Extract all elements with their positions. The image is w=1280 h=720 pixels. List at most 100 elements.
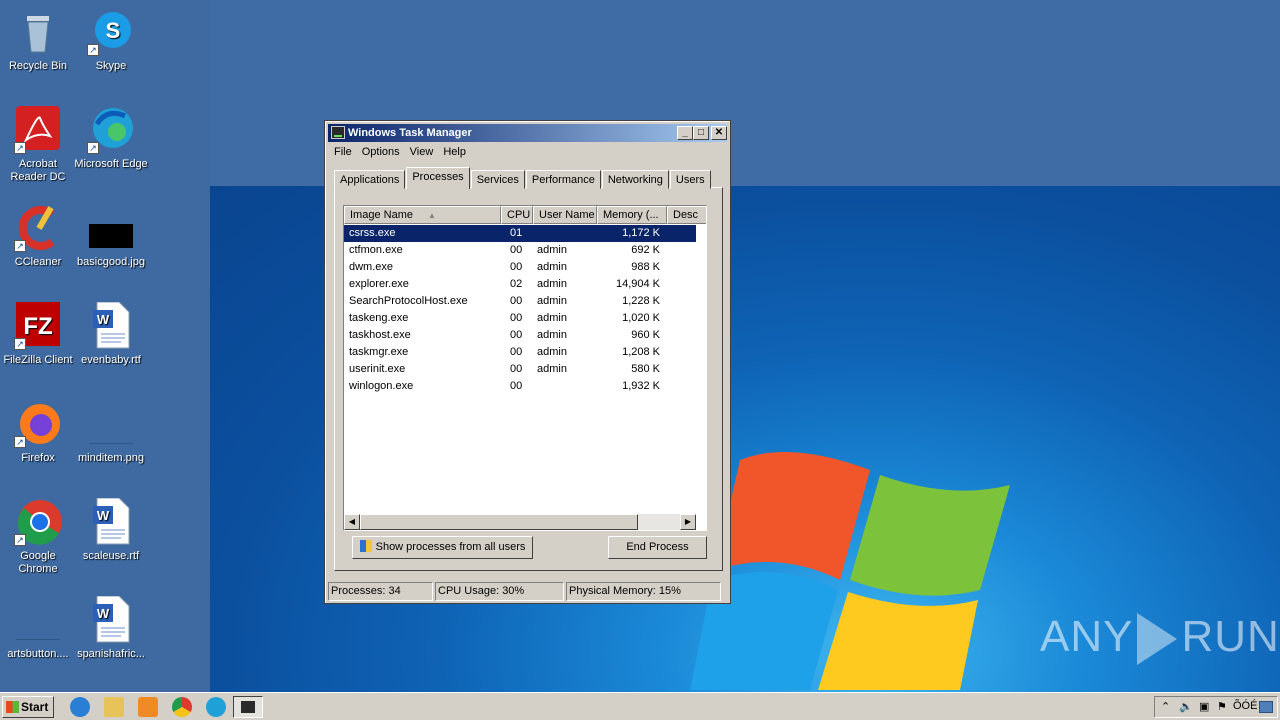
show-all-processes-button[interactable]: Show processes from all users	[352, 536, 533, 559]
table-row[interactable]: dwm.exe 00 admin 988 K	[344, 259, 696, 276]
table-row[interactable]: csrss.exe 01 1,172 K	[344, 225, 696, 242]
show-all-processes-label: Show processes from all users	[375, 541, 526, 553]
status-bar: Processes: 34 CPU Usage: 30% Physical Me…	[328, 582, 727, 602]
task-manager-taskbar-button[interactable]	[233, 696, 263, 718]
skype-icon: S ↗	[87, 8, 135, 56]
column-memory[interactable]: Memory (...	[597, 206, 667, 224]
table-row[interactable]: taskhost.exe 00 admin 960 K	[344, 327, 696, 344]
column-image-name[interactable]: Image Name ▲	[344, 206, 501, 224]
task-manager-window: Windows Task Manager _ □ ✕ File Options …	[324, 120, 731, 604]
chrome-taskbar-icon[interactable]	[172, 697, 192, 717]
column-description[interactable]: Desc	[667, 206, 706, 224]
file-explorer-icon[interactable]	[104, 697, 124, 717]
title-bar[interactable]: Windows Task Manager _ □ ✕	[328, 124, 727, 142]
play-icon	[1137, 613, 1178, 666]
process-user: admin	[537, 312, 567, 324]
desktop-icon-skype[interactable]: S ↗ Skype	[73, 8, 149, 73]
desktop-icon-label: scaleuse.rtf	[82, 550, 140, 562]
process-cpu: 00	[510, 380, 523, 392]
start-button[interactable]: Start	[2, 696, 54, 718]
column-user-name[interactable]: User Name	[533, 206, 597, 224]
close-button[interactable]: ✕	[711, 126, 727, 140]
media-player-icon[interactable]	[138, 697, 158, 717]
scrollbar-thumb[interactable]	[360, 514, 638, 530]
process-cpu: 02	[510, 278, 523, 290]
chevron-up-icon[interactable]: ⌃	[1161, 700, 1170, 713]
table-row[interactable]: explorer.exe 02 admin 14,904 K	[344, 276, 696, 293]
process-cpu: 00	[510, 295, 523, 307]
desktop-icon-acrobat[interactable]: ↗ Acrobat Reader DC	[0, 106, 76, 184]
maximize-button[interactable]: □	[693, 126, 709, 140]
recycle-bin-icon	[14, 8, 62, 56]
desktop-icon-recycle-bin[interactable]: Recycle Bin	[0, 8, 76, 73]
task-manager-icon	[331, 126, 345, 139]
desktop-icon-basicgood[interactable]: basicgood.jpg	[73, 204, 149, 269]
column-label: Image Name	[350, 209, 413, 221]
table-row[interactable]: userinit.exe 00 admin 580 K	[344, 361, 696, 378]
network-icon[interactable]: ▣	[1199, 700, 1209, 713]
anyrun-watermark: ANY RUN	[1040, 612, 1280, 666]
process-memory: 1,228 K	[622, 295, 660, 307]
tab-networking[interactable]: Networking	[601, 170, 669, 189]
scroll-right-icon[interactable]: ▶	[680, 514, 696, 530]
desktop-icon-label: CCleaner	[14, 256, 62, 268]
svg-text:W: W	[97, 606, 110, 621]
column-cpu[interactable]: CPU	[501, 206, 533, 224]
svg-text:FZ: FZ	[23, 313, 52, 340]
table-row[interactable]: winlogon.exe 00 1,932 K	[344, 378, 696, 395]
speaker-icon[interactable]: 🔈	[1179, 700, 1193, 713]
process-name: explorer.exe	[349, 278, 409, 290]
desktop-icon-minditem[interactable]: minditem.png	[73, 400, 149, 465]
desktop-icon-chrome[interactable]: ↗ Google Chrome	[0, 498, 76, 576]
desktop-icon-spanishafric[interactable]: W spanishafric...	[73, 595, 149, 661]
desktop-icon-label: Recycle Bin	[8, 60, 68, 72]
desktop-icon-filezilla[interactable]: FZ ↗ FileZilla Client	[0, 302, 76, 367]
tab-users[interactable]: Users	[669, 170, 711, 189]
status-processes: Processes: 34	[328, 582, 433, 601]
process-user: admin	[537, 295, 567, 307]
table-row[interactable]: taskeng.exe 00 admin 1,020 K	[344, 310, 696, 327]
end-process-button[interactable]: End Process	[608, 536, 707, 559]
horizontal-scrollbar[interactable]: ◀ ▶	[344, 514, 696, 530]
desktop-icon-firefox[interactable]: ↗ Firefox	[0, 400, 76, 465]
tab-performance[interactable]: Performance	[525, 170, 601, 189]
minimize-button[interactable]: _	[677, 126, 693, 140]
process-user: admin	[537, 346, 567, 358]
desktop-icon-label: evenbaby.rtf	[81, 354, 141, 366]
desktop-icon-artsbutton[interactable]: artsbutton....	[0, 596, 76, 661]
desktop-icon-label: artsbutton....	[7, 648, 69, 660]
shortcut-arrow-icon: ↗	[14, 240, 26, 252]
status-physical-memory: Physical Memory: 15%	[566, 582, 721, 601]
status-cpu-usage: CPU Usage: 30%	[435, 582, 564, 601]
edge-taskbar-icon[interactable]	[206, 697, 226, 717]
scroll-left-icon[interactable]: ◀	[344, 514, 360, 530]
process-name: dwm.exe	[349, 261, 394, 273]
table-row[interactable]: taskmgr.exe 00 admin 1,208 K	[344, 344, 696, 361]
menu-options[interactable]: Options	[357, 144, 405, 162]
internet-explorer-icon[interactable]	[70, 697, 90, 717]
table-row[interactable]: ctfmon.exe 00 admin 692 K	[344, 242, 696, 259]
desktop-icon-ccleaner[interactable]: ↗ CCleaner	[0, 204, 76, 269]
desktop-icon-scaleuse[interactable]: W scaleuse.rtf	[73, 497, 149, 563]
menu-file[interactable]: File	[329, 144, 357, 162]
desktop-icon-evenbaby[interactable]: W evenbaby.rtf	[73, 301, 149, 367]
menu-view[interactable]: View	[405, 144, 439, 162]
desktop-icon-edge[interactable]: ↗ Microsoft Edge	[73, 106, 149, 171]
flag-icon[interactable]: ⚑	[1217, 700, 1227, 713]
tab-processes[interactable]: Processes	[406, 167, 470, 189]
process-list[interactable]: Image Name ▲ CPU User Name Memory (... D…	[343, 205, 707, 531]
process-memory: 14,904 K	[615, 278, 660, 290]
show-desktop-icon[interactable]	[1259, 701, 1273, 713]
table-row[interactable]: SearchProtocolHost.exe 00 admin 1,228 K	[344, 293, 696, 310]
tab-services[interactable]: Services	[470, 170, 525, 189]
menu-help[interactable]: Help	[438, 144, 471, 162]
desktop-icon-label: minditem.png	[77, 452, 145, 464]
tab-applications[interactable]: Applications	[334, 170, 406, 189]
desktop-icon-label: Skype	[95, 60, 127, 72]
shortcut-arrow-icon: ↗	[14, 338, 26, 350]
process-cpu: 00	[510, 312, 523, 324]
process-name: taskhost.exe	[349, 329, 411, 341]
start-label: Start	[21, 700, 49, 714]
clock[interactable]: ÕÓÉ	[1233, 700, 1257, 712]
filezilla-icon: FZ ↗	[14, 302, 62, 350]
